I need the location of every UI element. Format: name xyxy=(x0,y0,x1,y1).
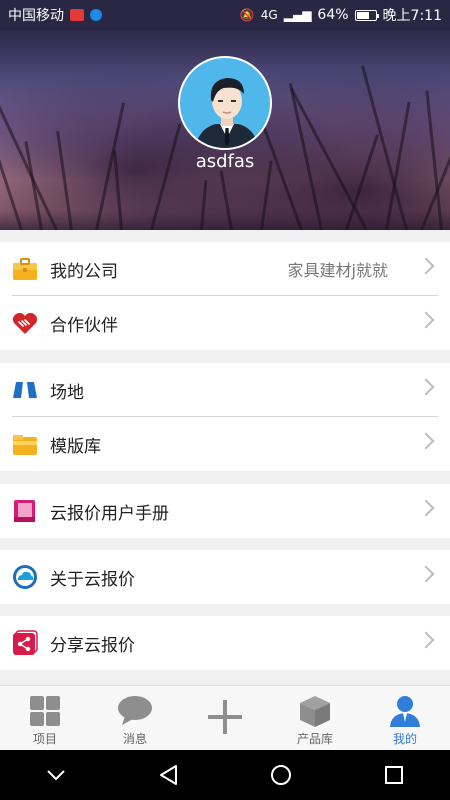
nav-label: 消息 xyxy=(122,732,147,746)
signal-icon: ▂▄▆ xyxy=(283,8,312,22)
about-group: 关于云报价 xyxy=(0,550,450,604)
share-icon xyxy=(12,630,38,656)
avatar[interactable] xyxy=(178,56,272,150)
menu-item-company[interactable]: 我的公司 家具建材j就就 xyxy=(0,242,450,296)
clock: 晚上7:11 xyxy=(382,8,442,24)
menu-item-about[interactable]: 关于云报价 xyxy=(0,550,450,604)
nav-item-mine[interactable]: 我的 xyxy=(360,686,450,750)
menu-item-label: 关于云报价 xyxy=(50,569,135,590)
mute-icon: 🔕 xyxy=(239,8,255,22)
chat-bubble-icon xyxy=(117,694,153,728)
chevron-right-icon xyxy=(417,499,435,517)
grid-icon xyxy=(27,694,63,728)
menu-item-partners[interactable]: 合作伙伴 xyxy=(0,296,450,350)
back-icon[interactable] xyxy=(149,755,189,795)
box-icon xyxy=(297,694,333,728)
profile-header: asdfas xyxy=(0,30,450,230)
grass-blade xyxy=(200,180,208,230)
cloud-logo-icon xyxy=(12,564,38,590)
book-icon xyxy=(12,498,38,524)
menu-item-label: 分享云报价 xyxy=(50,635,135,656)
menu-item-label: 模版库 xyxy=(50,436,101,457)
shield-app-icon xyxy=(90,9,102,21)
battery-icon xyxy=(354,9,379,21)
menu-item-label: 合作伙伴 xyxy=(50,315,118,336)
folder-icon xyxy=(12,431,38,457)
chevron-down-icon[interactable] xyxy=(36,755,76,795)
menu-item-manual[interactable]: 云报价用户手册 xyxy=(0,484,450,538)
menu-item-share[interactable]: 分享云报价 xyxy=(0,616,450,670)
manual-group: 云报价用户手册 xyxy=(0,484,450,538)
carrier-label: 中国移动 xyxy=(8,8,64,24)
status-bar: 中国移动 🔕 4G ▂▄▆ 64% 晚上7:11 xyxy=(0,0,450,30)
nav-item-products[interactable]: 产品库 xyxy=(270,686,360,750)
road-icon xyxy=(12,377,38,403)
nav-label: 项目 xyxy=(32,732,57,746)
menu-item-templates[interactable]: 模版库 xyxy=(0,417,450,471)
briefcase-icon xyxy=(12,256,38,282)
bottom-nav: 项目 消息 产品库 我的 xyxy=(0,685,450,750)
chevron-right-icon xyxy=(417,565,435,583)
nav-item-add[interactable] xyxy=(180,686,270,750)
share-group: 分享云报价 xyxy=(0,616,450,670)
grass-blade xyxy=(219,170,233,230)
chevron-right-icon xyxy=(417,631,435,649)
recents-icon[interactable] xyxy=(374,755,414,795)
network-type: 4G xyxy=(260,8,278,22)
grass-blade xyxy=(56,130,73,230)
nav-label: 产品库 xyxy=(296,732,333,746)
nav-label: 我的 xyxy=(392,732,417,746)
person-avatar-icon xyxy=(194,78,260,148)
chevron-right-icon xyxy=(417,257,435,275)
menu-item-label: 场地 xyxy=(50,382,84,403)
menu-item-label: 我的公司 xyxy=(50,261,118,282)
company-name-value: 家具建材j就就 xyxy=(287,261,388,280)
home-icon[interactable] xyxy=(261,755,301,795)
grass-blade xyxy=(150,123,182,230)
nav-item-messages[interactable]: 消息 xyxy=(90,686,180,750)
system-nav-bar xyxy=(0,750,450,800)
grass-blade xyxy=(345,134,379,230)
battery-percent: 64% xyxy=(317,7,349,23)
company-group: 我的公司 家具建材j就就 合作伙伴 xyxy=(0,242,450,350)
plus-icon xyxy=(207,700,243,734)
user-icon xyxy=(387,694,423,728)
chevron-right-icon xyxy=(417,432,435,450)
grass-blade xyxy=(259,116,303,230)
chevron-right-icon xyxy=(417,378,435,396)
resources-group: 场地 模版库 xyxy=(0,363,450,471)
handshake-heart-icon xyxy=(12,310,38,336)
menu-item-label: 云报价用户手册 xyxy=(50,503,169,524)
menu-item-venue[interactable]: 场地 xyxy=(0,363,450,417)
username: asdfas xyxy=(195,151,255,172)
chevron-right-icon xyxy=(417,311,435,329)
video-app-icon xyxy=(70,9,84,21)
nav-item-projects[interactable]: 项目 xyxy=(0,686,90,750)
